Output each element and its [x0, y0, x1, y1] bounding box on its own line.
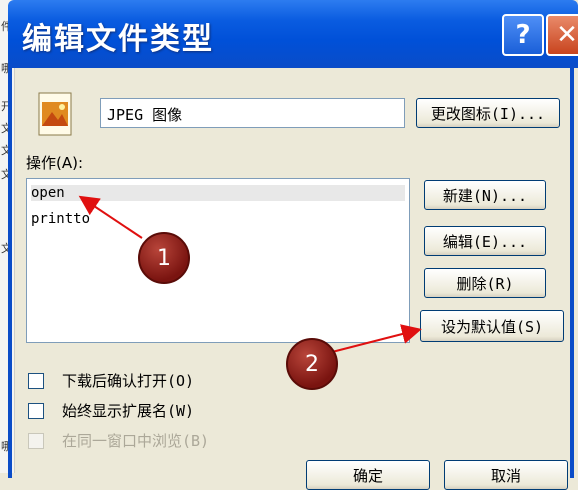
annotation-arrows	[78, 195, 422, 353]
annotation-arrow-2	[331, 324, 422, 353]
annotation-badge-1: 1	[138, 232, 190, 284]
annotation-arrow-1	[78, 195, 143, 239]
annotation-badge-2: 2	[286, 338, 338, 390]
